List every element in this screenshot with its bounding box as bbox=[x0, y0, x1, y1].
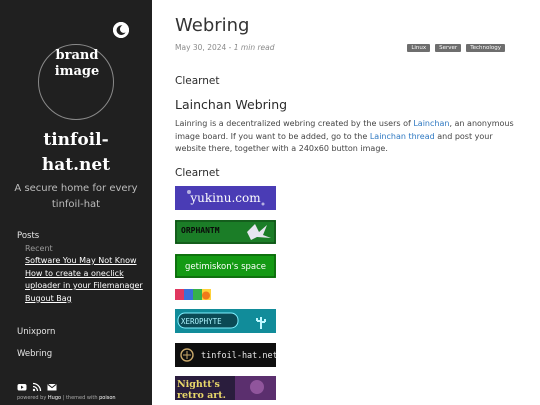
tag-list: Linux Server Technology bbox=[407, 44, 505, 52]
nav-posts[interactable]: Posts bbox=[17, 230, 149, 242]
site-tagline: A secure home for every tinfoil-hat bbox=[14, 183, 138, 210]
webring-button-small[interactable] bbox=[175, 287, 211, 300]
tag-technology[interactable]: Technology bbox=[466, 44, 505, 52]
footer-themed-with: | themed with bbox=[62, 395, 98, 401]
webring-button-orphantm[interactable]: ORPHANTM bbox=[175, 220, 276, 244]
webring-button-yukinu[interactable]: yukinu.com bbox=[175, 186, 276, 210]
page-title: Webring bbox=[175, 15, 250, 36]
post-date: May 30, 2024 bbox=[175, 43, 227, 52]
nav-recent-group: Recent Software You May Not Know How to … bbox=[25, 243, 149, 305]
brand-image[interactable]: brand image bbox=[38, 44, 114, 120]
lainchan-link[interactable]: Lainchan bbox=[413, 119, 449, 128]
webring-button-xerophyte[interactable]: XEROPHYTE bbox=[175, 309, 276, 333]
recent-post-link[interactable]: How to create a oneclick uploader in you… bbox=[25, 268, 149, 293]
rss-icon[interactable] bbox=[32, 377, 42, 392]
footer-poison-link[interactable]: poison bbox=[99, 395, 115, 401]
webring-button-label: getimiskon's space bbox=[185, 262, 266, 272]
lainchan-thread-link[interactable]: Lainchan thread bbox=[370, 132, 435, 141]
webring-button-label: tinfoil-hat.net bbox=[201, 351, 276, 361]
webring-button-nightt[interactable]: Nightt's retro art. bbox=[175, 376, 276, 400]
brand-image-alt-text: brand image bbox=[54, 48, 100, 79]
meta-separator: - bbox=[226, 43, 234, 52]
nav-recent-label: Recent bbox=[25, 244, 53, 253]
webring-button-tinfoil-hat[interactable]: tinfoil-hat.net bbox=[175, 343, 276, 367]
intro-paragraph: Lainring is a decentralized webring crea… bbox=[175, 118, 515, 156]
section-heading-clearnet: Clearnet bbox=[175, 75, 220, 87]
nav-webring[interactable]: Webring bbox=[17, 349, 52, 359]
mail-icon[interactable] bbox=[47, 377, 57, 391]
post-meta: May 30, 2024 - 1 min read bbox=[175, 43, 275, 52]
webring-button-label-line1: Nightt's bbox=[177, 379, 220, 390]
section-heading-clearnet-2: Clearnet bbox=[175, 167, 220, 179]
footer-hugo-link[interactable]: Hugo bbox=[48, 395, 61, 401]
webring-button-getimiskon[interactable]: getimiskon's space bbox=[175, 254, 276, 278]
nav-unixporn[interactable]: Unixporn bbox=[17, 327, 55, 337]
tag-server[interactable]: Server bbox=[435, 44, 462, 52]
youtube-icon[interactable] bbox=[17, 377, 27, 391]
site-title-text: tinfoil-hat.net bbox=[41, 130, 111, 175]
para-text: Lainring is a decentralized webring crea… bbox=[175, 119, 414, 128]
recent-post-link[interactable]: Bugout Bag bbox=[25, 293, 149, 306]
section-heading-lainchan-webring: Lainchan Webring bbox=[175, 97, 288, 112]
site-title[interactable]: tinfoil-hat.net bbox=[0, 128, 152, 178]
theme-toggle-moon-icon[interactable] bbox=[113, 22, 129, 38]
webring-button-label: ORPHANTM bbox=[181, 226, 220, 235]
social-links bbox=[17, 377, 57, 392]
webring-button-label: yukinu.com bbox=[189, 191, 261, 205]
sidebar: brand image tinfoil-hat.net A secure home… bbox=[0, 0, 152, 405]
recent-post-link[interactable]: Software You May Not Know bbox=[25, 255, 149, 268]
tag-linux[interactable]: Linux bbox=[407, 44, 431, 52]
article: Webring May 30, 2024 - 1 min read Linux … bbox=[175, 0, 525, 405]
read-time: 1 min read bbox=[233, 43, 275, 52]
webring-button-label-line2: retro art. bbox=[177, 390, 226, 400]
webring-button-label: XEROPHYTE bbox=[181, 317, 222, 326]
sidebar-nav: Posts Recent Software You May Not Know H… bbox=[17, 230, 149, 305]
sidebar-footer: powered by Hugo | themed with poison bbox=[17, 395, 116, 401]
footer-powered-by: powered by bbox=[17, 395, 47, 401]
